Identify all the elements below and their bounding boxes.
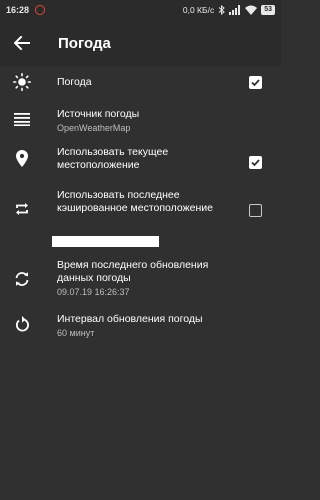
- setting-weather-source[interactable]: Источник погоды OpenWeatherMap: [0, 99, 281, 140]
- setting-use-cached-location[interactable]: Использовать последнее кэшированное мест…: [0, 184, 281, 254]
- settings-list: Погода Источник погоды OpenWeatherMap Ис…: [0, 66, 281, 351]
- page-title: Погода: [58, 34, 111, 52]
- arrow-left-icon: [14, 36, 30, 50]
- refresh-icon: [0, 316, 44, 332]
- signal-icon: [229, 5, 241, 15]
- setting-weather-toggle[interactable]: Погода: [0, 66, 281, 99]
- location-pin-icon: [0, 150, 44, 167]
- setting-label: Интервал обновления погоды: [57, 313, 203, 325]
- notification-icon: [35, 5, 46, 15]
- back-button[interactable]: [2, 20, 42, 66]
- network-speed: 0,0 КБ/с: [182, 5, 215, 15]
- setting-label: Источник погоды: [57, 108, 140, 120]
- setting-use-current-location[interactable]: Использовать текущее местоположение: [0, 140, 281, 184]
- setting-last-update-time[interactable]: Время последнего обновления данных погод…: [0, 254, 281, 309]
- checkmark-icon: [251, 79, 260, 87]
- sun-icon: [0, 73, 44, 91]
- setting-label: Время последнего обновления данных погод…: [57, 259, 209, 284]
- cached-location-checkbox[interactable]: [249, 204, 262, 217]
- setting-label: Погода: [57, 76, 92, 88]
- weather-checkbox[interactable]: [249, 76, 262, 89]
- app-bar: Погода: [0, 20, 281, 66]
- current-location-checkbox[interactable]: [249, 156, 262, 169]
- status-bar: 16:28 0,0 КБ/с 53: [0, 0, 281, 20]
- setting-value: OpenWeatherMap: [57, 123, 131, 133]
- setting-update-interval[interactable]: Интервал обновления погоды 60 минут: [0, 309, 281, 351]
- setting-value: 09.07.19 16:26:37: [57, 287, 130, 297]
- setting-label: Использовать последнее кэшированное мест…: [57, 189, 213, 214]
- setting-label: Использовать текущее местоположение: [57, 146, 169, 171]
- battery-icon: 53: [261, 5, 275, 15]
- sync-icon: [0, 271, 44, 287]
- bluetooth-icon: [218, 5, 225, 15]
- list-icon: [0, 112, 44, 126]
- status-right: 0,0 КБ/с 53: [183, 5, 275, 15]
- status-time: 16:28: [6, 5, 30, 15]
- redaction-bar: [52, 236, 159, 247]
- repeat-icon: [0, 202, 44, 216]
- wifi-icon: [245, 5, 258, 15]
- checkmark-icon: [251, 159, 260, 167]
- setting-value: 60 минут: [57, 328, 95, 338]
